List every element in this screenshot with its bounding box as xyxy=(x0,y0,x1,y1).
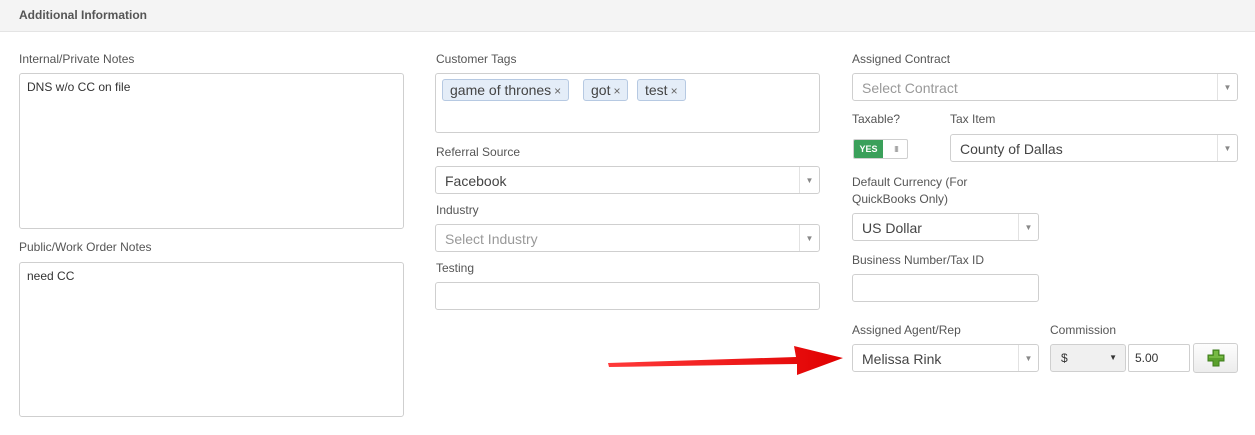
customer-tags-label: Customer Tags xyxy=(436,52,517,66)
taxable-label: Taxable? xyxy=(852,112,901,126)
section-header: Additional Information xyxy=(0,0,1255,32)
tag-remove-icon[interactable]: × xyxy=(613,84,620,98)
public-notes-label: Public/Work Order Notes xyxy=(19,240,152,254)
assigned-agent-label: Assigned Agent/Rep xyxy=(852,323,961,337)
commission-label: Commission xyxy=(1050,323,1117,337)
chevron-down-icon: ▼ xyxy=(1018,214,1038,240)
default-currency-label: Default Currency (For xyxy=(852,175,968,189)
assigned-contract-label: Assigned Contract xyxy=(852,52,951,66)
testing-input[interactable] xyxy=(435,282,820,310)
tag-chip[interactable]: test × xyxy=(637,79,686,101)
plus-icon xyxy=(1207,349,1224,367)
default-currency-select[interactable]: US Dollar ▼ xyxy=(852,213,1039,241)
business-number-input[interactable] xyxy=(852,274,1039,302)
industry-placeholder: Select Industry xyxy=(445,231,538,247)
referral-source-select[interactable]: Facebook ▼ xyxy=(435,166,820,194)
chevron-down-icon: ▼ xyxy=(799,167,819,193)
tag-chip-label: test xyxy=(645,82,668,98)
industry-select[interactable]: Select Industry ▼ xyxy=(435,224,820,252)
assigned-agent-select[interactable]: Melissa Rink ▼ xyxy=(852,344,1039,372)
default-currency-value: US Dollar xyxy=(862,220,922,236)
chevron-down-icon: ▼ xyxy=(1217,74,1237,100)
taxable-toggle-on: YES xyxy=(854,140,883,158)
commission-input[interactable]: 5.00 xyxy=(1128,344,1190,372)
internal-notes-textarea[interactable]: DNS w/o CC on file xyxy=(19,73,404,229)
tax-item-value: County of Dallas xyxy=(960,141,1063,157)
industry-label: Industry xyxy=(436,203,479,217)
referral-source-label: Referral Source xyxy=(436,145,521,159)
testing-label: Testing xyxy=(436,261,475,275)
tag-chip[interactable]: game of thrones × xyxy=(442,79,570,101)
customer-tags-input[interactable]: game of thrones × got × test × xyxy=(435,73,820,133)
tag-remove-icon[interactable]: × xyxy=(554,84,561,98)
chevron-down-icon: ▼ xyxy=(1018,345,1038,371)
tag-chip-label: game of thrones xyxy=(450,82,552,98)
assigned-contract-select[interactable]: Select Contract ▼ xyxy=(852,73,1238,101)
public-notes-textarea[interactable]: need CC xyxy=(19,262,404,417)
assigned-agent-value: Melissa Rink xyxy=(862,351,942,367)
assigned-contract-placeholder: Select Contract xyxy=(862,80,958,96)
internal-notes-label: Internal/Private Notes xyxy=(19,52,135,66)
section-title: Additional Information xyxy=(19,8,147,22)
tax-item-label: Tax Item xyxy=(950,112,996,126)
tag-chip[interactable]: got × xyxy=(583,79,629,101)
add-commission-button[interactable] xyxy=(1193,343,1238,373)
tag-chip-label: got xyxy=(591,82,611,98)
commission-type-select[interactable]: $ ▼ xyxy=(1050,344,1126,372)
chevron-down-icon: ▼ xyxy=(799,225,819,251)
referral-source-value: Facebook xyxy=(445,173,507,189)
chevron-down-icon: ▼ xyxy=(1109,353,1117,362)
toggle-grip-icon: III xyxy=(894,144,899,154)
taxable-toggle[interactable]: YES III xyxy=(853,139,908,159)
tag-remove-icon[interactable]: × xyxy=(671,84,678,98)
default-currency-label-line2: QuickBooks Only) xyxy=(852,192,949,206)
commission-value: 5.00 xyxy=(1135,351,1159,365)
chevron-down-icon: ▼ xyxy=(1217,135,1237,161)
commission-type-value: $ xyxy=(1061,351,1068,365)
red-arrow-icon xyxy=(608,346,843,375)
business-number-label: Business Number/Tax ID xyxy=(852,253,985,267)
tax-item-select[interactable]: County of Dallas ▼ xyxy=(950,134,1238,162)
